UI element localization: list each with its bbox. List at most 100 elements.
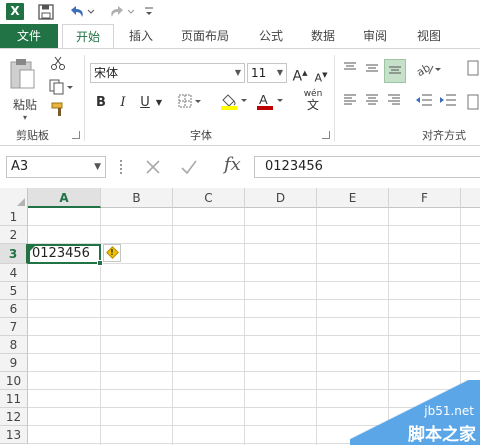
grid-line: [28, 225, 480, 226]
tab-formulas[interactable]: 公式: [248, 24, 294, 48]
align-right-icon[interactable]: [384, 93, 404, 113]
column-header-row: A B C D E F: [0, 188, 480, 208]
watermark: jb51.net 脚本之家: [350, 380, 480, 445]
clipboard-launcher-icon[interactable]: [72, 131, 80, 139]
ribbon: 粘贴 ▾ 剪贴板 宋体 ▼ 11 ▼ A▲ A▼ B I U ▼ A wén 文…: [0, 48, 480, 146]
grid-line: [28, 317, 480, 318]
row-header-6[interactable]: 6: [0, 300, 28, 318]
excel-logo-icon: X: [6, 3, 24, 20]
font-name-combo[interactable]: 宋体 ▼: [90, 63, 245, 83]
fill-color-button[interactable]: [218, 91, 250, 111]
watermark-text: 脚本之家: [408, 425, 476, 445]
format-painter-icon[interactable]: [48, 101, 68, 121]
cancel-icon[interactable]: [142, 156, 164, 178]
align-middle-icon[interactable]: [362, 61, 382, 81]
bold-button[interactable]: B: [92, 93, 110, 113]
italic-button[interactable]: I: [114, 93, 132, 113]
chevron-down-icon: ▼: [234, 68, 241, 77]
shrink-font-label: A: [314, 71, 323, 85]
decrease-indent-icon[interactable]: [414, 93, 434, 113]
merge-center-icon[interactable]: [466, 93, 480, 113]
tab-data[interactable]: 数据: [300, 24, 346, 48]
borders-icon: [178, 94, 201, 108]
cell-a3[interactable]: 0123456: [28, 244, 101, 264]
align-bottom-icon[interactable]: [384, 59, 406, 83]
name-box[interactable]: A3 ▼: [6, 156, 106, 178]
grid-line: [28, 299, 480, 300]
paste-label: 粘贴: [12, 98, 37, 112]
formula-bar-grip[interactable]: [120, 160, 123, 174]
grow-font-label: A: [292, 68, 303, 85]
insert-function-icon[interactable]: fx: [224, 154, 241, 175]
tab-page-layout[interactable]: 页面布局: [170, 24, 240, 48]
align-center-icon[interactable]: [362, 93, 382, 113]
align-left-icon[interactable]: [340, 93, 360, 113]
column-header-e[interactable]: E: [317, 188, 389, 208]
shrink-font-button[interactable]: A▼: [313, 65, 329, 85]
font-color-button[interactable]: A: [254, 91, 286, 111]
select-all-corner[interactable]: [0, 188, 28, 208]
row-header-5[interactable]: 5: [0, 282, 28, 300]
column-header-b[interactable]: B: [101, 188, 173, 208]
formula-bar: A3 ▼ fx 0123456: [0, 152, 480, 182]
cut-icon[interactable]: [48, 55, 68, 75]
row-header-8[interactable]: 8: [0, 336, 28, 354]
align-top-icon[interactable]: [340, 61, 360, 81]
row-header-13[interactable]: 13: [0, 426, 28, 444]
chevron-down-icon: ▼: [94, 162, 101, 172]
row-header-7[interactable]: 7: [0, 318, 28, 336]
row-header-2[interactable]: 2: [0, 226, 28, 244]
column-header-a[interactable]: A: [28, 188, 101, 208]
svg-text:ab: ab: [415, 61, 433, 77]
column-header-f[interactable]: F: [389, 188, 461, 208]
orientation-icon[interactable]: ab: [414, 61, 444, 81]
row-header-3[interactable]: 3: [0, 244, 28, 264]
save-icon[interactable]: [36, 2, 56, 22]
tab-view[interactable]: 视图: [406, 24, 452, 48]
enter-check-icon[interactable]: [178, 156, 200, 178]
grid-line: [28, 281, 480, 282]
grid-line: [28, 335, 480, 336]
error-options-button[interactable]: !: [103, 244, 121, 262]
fill-bucket-icon: [221, 94, 247, 110]
row-header-4[interactable]: 4: [0, 264, 28, 282]
grid-line: [172, 208, 173, 445]
row-header-1[interactable]: 1: [0, 208, 28, 226]
tab-file[interactable]: 文件: [0, 24, 58, 48]
warning-exclamation-icon: !: [110, 248, 114, 257]
redo-icon[interactable]: [106, 2, 136, 22]
row-header-10[interactable]: 10: [0, 372, 28, 390]
tab-review[interactable]: 审阅: [352, 24, 398, 48]
phonetic-guide-button[interactable]: wén 文: [296, 89, 330, 112]
underline-button[interactable]: U: [136, 93, 154, 113]
tab-insert[interactable]: 插入: [118, 24, 164, 48]
phonetic-char-label: 文: [306, 98, 319, 112]
wrap-text-icon[interactable]: [466, 59, 480, 79]
row-header-11[interactable]: 11: [0, 390, 28, 408]
font-size-combo[interactable]: 11 ▼: [247, 63, 287, 83]
alignment-group-label: 对齐方式: [422, 129, 466, 142]
tab-home[interactable]: 开始: [62, 24, 114, 49]
watermark-url: jb51.net: [424, 404, 474, 418]
font-color-icon: A: [257, 92, 283, 110]
column-header-d[interactable]: D: [245, 188, 317, 208]
font-group-label: 字体: [190, 129, 212, 142]
paste-icon: [10, 59, 35, 89]
chevron-down-icon: ▼: [276, 68, 283, 77]
quick-access-toolbar: X: [0, 0, 480, 24]
ribbon-tabs: 文件 开始 插入 页面布局 公式 数据 审阅 视图: [0, 24, 480, 49]
customize-qat-icon[interactable]: [142, 2, 156, 22]
increase-indent-icon[interactable]: [438, 93, 458, 113]
grid-line: [28, 353, 480, 354]
borders-button[interactable]: [176, 93, 204, 113]
copy-icon[interactable]: [48, 79, 76, 99]
underline-dropdown-icon[interactable]: ▼: [154, 93, 164, 113]
row-header-9[interactable]: 9: [0, 354, 28, 372]
formula-input[interactable]: 0123456: [254, 156, 480, 178]
undo-icon[interactable]: [66, 2, 96, 22]
grow-font-button[interactable]: A▲: [291, 63, 309, 85]
column-header-c[interactable]: C: [173, 188, 245, 208]
font-launcher-icon[interactable]: [322, 131, 330, 139]
paste-button[interactable]: 粘贴 ▾: [8, 57, 42, 122]
row-header-12[interactable]: 12: [0, 408, 28, 426]
